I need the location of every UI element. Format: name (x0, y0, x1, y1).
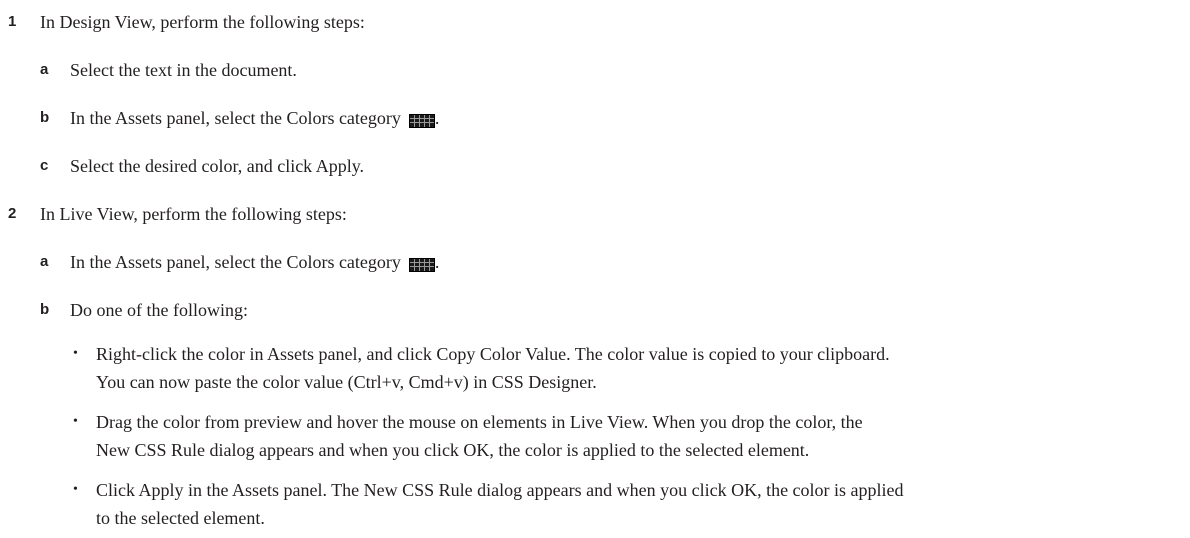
substep-letter: b (40, 301, 50, 318)
bullet-marker: • (73, 482, 78, 497)
substep-suffix: . (434, 108, 440, 128)
bullet-text-line: You can now paste the color value (Ctrl+… (96, 372, 597, 392)
colors-grid-icon (408, 114, 435, 128)
bullet-text-line: Click Apply in the Assets panel. The New… (96, 480, 904, 500)
bullet-text-line: New CSS Rule dialog appears and when you… (96, 440, 810, 460)
substep-text: In the Assets panel, select the Colors c… (70, 252, 401, 272)
step-number: 2 (8, 205, 17, 222)
substep-text: In the Assets panel, select the Colors c… (70, 108, 401, 128)
substep-letter: b (40, 109, 50, 126)
bullet-text-line: Right-click the color in Assets panel, a… (96, 344, 890, 364)
substep-suffix: . (434, 252, 440, 272)
substep-line: In the Assets panel, select the Colors c… (70, 250, 439, 274)
substep-letter: a (40, 253, 49, 270)
step-text: In Design View, perform the following st… (40, 12, 365, 32)
substep-text: Do one of the following: (70, 300, 248, 320)
bullet-marker: • (73, 346, 78, 361)
step-text: In Live View, perform the following step… (40, 204, 347, 224)
colors-grid-icon (408, 258, 435, 272)
substep-text: Select the desired color, and click Appl… (70, 156, 365, 176)
substep-letter: c (40, 157, 49, 174)
substep-line: In the Assets panel, select the Colors c… (70, 106, 439, 130)
bullet-marker: • (73, 414, 78, 429)
substep-letter: a (40, 61, 49, 78)
bullet-text-line: to the selected element. (96, 508, 265, 528)
step-number: 1 (8, 13, 17, 30)
document-page: 1 In Design View, perform the following … (0, 0, 1190, 538)
bullet-text-line: Drag the color from preview and hover th… (96, 412, 863, 432)
substep-text: Select the text in the document. (70, 60, 297, 80)
